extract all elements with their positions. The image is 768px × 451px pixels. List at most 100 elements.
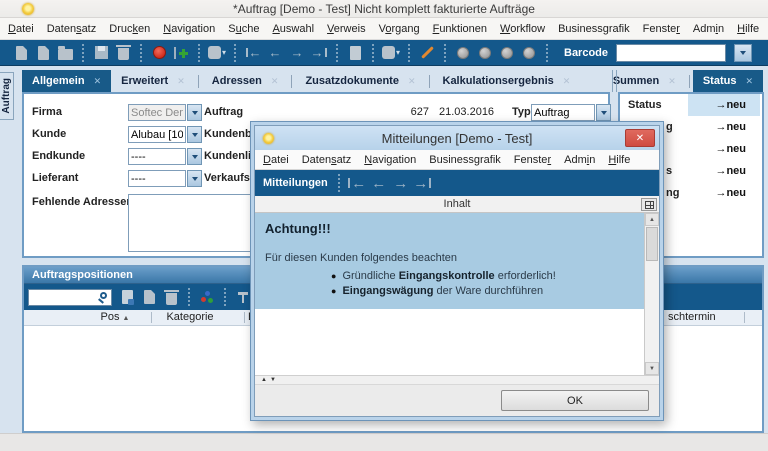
barcode-input[interactable]: [616, 44, 726, 62]
scroll-down-button[interactable]: ▼: [645, 362, 659, 375]
tab-allgemein[interactable]: Allgemein✕: [22, 70, 111, 92]
tab-close-icon[interactable]: ✕: [668, 76, 676, 87]
menu-item-verweis[interactable]: Verweis: [327, 23, 366, 35]
ok-button[interactable]: OK: [501, 390, 649, 411]
menu-item-funktionen[interactable]: Funktionen: [433, 23, 487, 35]
menu-item-vorgang[interactable]: Vorgang: [379, 23, 420, 35]
column-separator: [244, 312, 245, 323]
menu-item-datei[interactable]: Datei: [8, 23, 34, 35]
menu-item-businessgrafik[interactable]: Businessgrafik: [558, 23, 630, 35]
tab-kalkulationsergebnis[interactable]: Kalkulationsergebnis✕: [433, 70, 581, 92]
menu-item-navigation[interactable]: Navigation: [163, 23, 215, 35]
state-circle-2-icon[interactable]: [475, 43, 495, 63]
next-record-icon[interactable]: →: [287, 43, 307, 63]
previous-message-icon[interactable]: ←: [369, 173, 389, 193]
side-tab-auftrag[interactable]: Auftrag: [0, 72, 14, 120]
tab-status[interactable]: Status✕: [693, 70, 763, 92]
menu-item-datensatz[interactable]: Datensatz: [302, 154, 352, 166]
column-header-pos[interactable]: Pos▲: [84, 311, 146, 323]
firma-combobox[interactable]: [128, 104, 202, 121]
menu-item-admin[interactable]: Admin: [564, 154, 595, 166]
state-circle-4-icon[interactable]: [519, 43, 539, 63]
state-circle-1-icon[interactable]: [453, 43, 473, 63]
menu-item-auswahl[interactable]: Auswahl: [272, 23, 314, 35]
dialog-close-button[interactable]: ✕: [625, 129, 655, 147]
lieferant-combobox[interactable]: [128, 170, 202, 187]
new-document-icon[interactable]: [11, 43, 31, 63]
last-record-icon[interactable]: →: [309, 43, 329, 63]
endkunde-input[interactable]: [128, 148, 186, 165]
dialog-toolbar: Mitteilungen ←←→→: [255, 170, 659, 196]
dialog-toolbar-label: Mitteilungen: [263, 177, 328, 189]
typ-combobox[interactable]: [531, 104, 611, 121]
tab-erweitert[interactable]: Erweitert ✕: [111, 70, 195, 92]
tab-close-icon[interactable]: ✕: [271, 76, 279, 87]
kunde-combobox[interactable]: [128, 126, 202, 143]
column-header-kategorie[interactable]: Kategorie: [154, 311, 226, 323]
dialog-column-header[interactable]: Inhalt: [255, 196, 659, 213]
record-icon[interactable]: [149, 43, 169, 63]
previous-record-icon[interactable]: ←: [265, 43, 285, 63]
first-message-icon[interactable]: ←: [347, 173, 367, 193]
scroll-thumb[interactable]: [646, 227, 658, 261]
tab-adressen[interactable]: Adressen ✕: [202, 70, 289, 92]
link-menu-icon[interactable]: ▾: [381, 43, 401, 63]
menu-item-fenster[interactable]: Fenster: [643, 23, 680, 35]
tab-close-icon[interactable]: ✕: [745, 76, 753, 87]
lieferant-dropdown-button[interactable]: [187, 170, 202, 187]
last-message-icon[interactable]: →: [413, 173, 433, 193]
tab-close-icon[interactable]: ✕: [177, 76, 185, 87]
firma-dropdown-button[interactable]: [187, 104, 202, 121]
firma-input[interactable]: [128, 104, 186, 121]
tab-zusatzdokumente[interactable]: Zusatzdokumente✕: [295, 70, 425, 92]
kunde-dropdown-button[interactable]: [187, 126, 202, 143]
dialog-title: Mitteilungen [Demo - Test]: [255, 131, 659, 146]
menu-item-navigation[interactable]: Navigation: [364, 154, 416, 166]
tab-label: Adressen: [212, 75, 262, 87]
menu-item-hilfe[interactable]: Hilfe: [608, 154, 630, 166]
scrollbar[interactable]: ▲ ▼: [644, 213, 659, 375]
tab-close-icon[interactable]: ✕: [408, 76, 416, 87]
next-message-icon[interactable]: →: [391, 173, 411, 193]
menu-item-workflow[interactable]: Workflow: [500, 23, 545, 35]
first-record-icon[interactable]: ←: [243, 43, 263, 63]
sort-down-button[interactable]: ▼: [270, 377, 276, 383]
delete-position-icon[interactable]: [161, 287, 181, 307]
endkunde-combobox[interactable]: [128, 148, 202, 165]
typ-dropdown-button[interactable]: [596, 104, 611, 121]
sort-up-button[interactable]: ▲: [261, 377, 267, 383]
state-circle-3-icon[interactable]: [497, 43, 517, 63]
tab-close-icon[interactable]: ✕: [94, 76, 102, 87]
menu-item-businessgrafik[interactable]: Businessgrafik: [429, 154, 501, 166]
typ-input[interactable]: [531, 104, 595, 121]
table-settings-button[interactable]: [641, 198, 657, 211]
categories-icon[interactable]: [197, 287, 217, 307]
menu-item-datei[interactable]: Datei: [263, 154, 289, 166]
refresh-page-icon[interactable]: [345, 43, 365, 63]
open-folder-icon[interactable]: [55, 43, 75, 63]
kunde-input[interactable]: [128, 126, 186, 143]
chevron-down-icon: [740, 51, 746, 55]
save-icon[interactable]: [91, 43, 111, 63]
copy-document-icon[interactable]: [33, 43, 53, 63]
menu-item-fenster[interactable]: Fenster: [514, 154, 551, 166]
new-position-icon[interactable]: [117, 287, 137, 307]
copy-position-icon[interactable]: [139, 287, 159, 307]
delete-icon[interactable]: [113, 43, 133, 63]
menu-item-drucken[interactable]: Drucken: [109, 23, 150, 35]
toolbar-separator: [444, 44, 446, 62]
menu-item-admin[interactable]: Admin: [693, 23, 724, 35]
barcode-dropdown-button[interactable]: [734, 44, 752, 62]
insert-record-icon[interactable]: [171, 43, 191, 63]
endkunde-dropdown-button[interactable]: [187, 148, 202, 165]
tab-label: Erweitert: [121, 75, 168, 87]
scroll-up-button[interactable]: ▲: [645, 213, 659, 226]
navigate-menu-icon[interactable]: ▾: [207, 43, 227, 63]
menu-item-hilfe[interactable]: Hilfe: [737, 23, 759, 35]
column-header-schtermin[interactable]: schtermin: [668, 311, 716, 323]
tab-close-icon[interactable]: ✕: [563, 76, 571, 87]
lieferant-input[interactable]: [128, 170, 186, 187]
edit-pencil-icon[interactable]: [417, 43, 437, 63]
menu-item-suche[interactable]: Suche: [228, 23, 259, 35]
menu-item-datensatz[interactable]: Datensatz: [47, 23, 97, 35]
